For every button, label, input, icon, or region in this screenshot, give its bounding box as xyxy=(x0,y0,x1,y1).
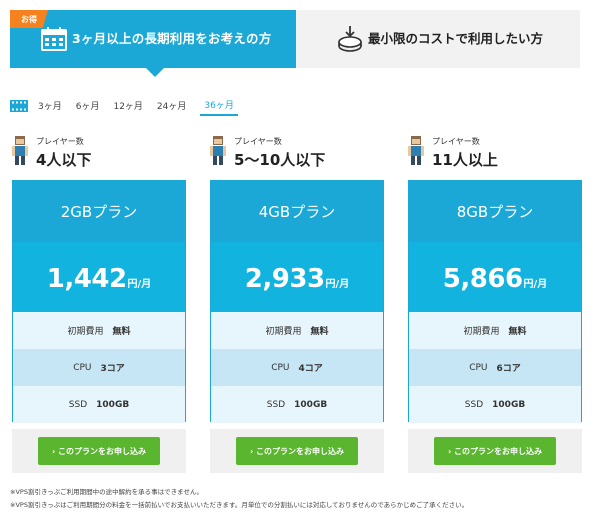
player-caption: プレイヤー数 xyxy=(36,137,84,146)
apply-button[interactable]: › このプランをお申し込み xyxy=(236,437,358,465)
tab-3-months[interactable]: 3ヶ月 xyxy=(38,97,62,115)
cpu-label: CPU xyxy=(271,362,290,373)
player-count-header: プレイヤー数 5〜10人以下 xyxy=(210,133,384,177)
price-value: 2,933 xyxy=(244,264,325,294)
footnotes: ※VPS割引きっぷご利用期間中の途中解約を承る事はできません。 ※VPS割引きっ… xyxy=(10,486,468,512)
plan-card-2gb: プレイヤー数 4人以下 2GBプラン 1,442 円/月 初期費用 無料 CPU 3コ… xyxy=(12,133,186,473)
price-unit: 円/月 xyxy=(523,279,548,290)
initial-fee-row: 初期費用 無料 xyxy=(409,312,581,349)
initial-fee-label: 初期費用 xyxy=(463,327,500,337)
price-unit: 円/月 xyxy=(325,279,350,290)
player-icon xyxy=(408,136,424,165)
cta-area: › このプランをお申し込み xyxy=(408,429,582,473)
plan-price: 5,866 円/月 xyxy=(409,242,581,312)
cta-area: › このプランをお申し込み xyxy=(210,429,384,473)
deal-badge: お得 xyxy=(10,10,48,28)
plan-box: 2GBプラン 1,442 円/月 初期費用 無料 CPU 3コア SSD 100GB xyxy=(12,180,186,423)
initial-fee-value: 無料 xyxy=(112,327,131,337)
cta-area: › このプランをお申し込み xyxy=(12,429,186,473)
initial-fee-label: 初期費用 xyxy=(67,327,104,337)
player-count: 4人以下 xyxy=(36,151,92,169)
long-term-label: 3ヶ月以上の長期利用をお考えの方 xyxy=(72,31,272,46)
ssd-value: 100GB xyxy=(492,399,526,410)
plan-card-8gb: プレイヤー数 11人以上 8GBプラン 5,866 円/月 初期費用 無料 CPU 6… xyxy=(408,133,582,473)
apply-button[interactable]: › このプランをお申し込み xyxy=(434,437,556,465)
player-count: 5〜10人以下 xyxy=(234,151,326,169)
price-value: 5,866 xyxy=(442,264,523,294)
ssd-value: 100GB xyxy=(294,399,328,410)
initial-fee-label: 初期費用 xyxy=(265,327,302,337)
long-term-toggle[interactable]: お得 3ヶ月以上の長期利用をお考えの方 xyxy=(10,10,296,77)
cpu-row: CPU 6コア xyxy=(409,349,581,386)
footnote: ※VPS割引きっぷご利用期間中の途中解約を承る事はできません。 xyxy=(10,488,203,496)
ssd-label: SSD xyxy=(68,399,88,410)
player-count: 11人以上 xyxy=(432,151,498,169)
cpu-label: CPU xyxy=(73,362,92,373)
player-caption: プレイヤー数 xyxy=(432,137,480,146)
ticket-icon xyxy=(10,100,28,112)
tab-36-months[interactable]: 36ヶ月 xyxy=(200,96,238,116)
period-tabs: 3ヶ月 6ヶ月 12ヶ月 24ヶ月 36ヶ月 xyxy=(10,96,252,116)
player-count-header: プレイヤー数 11人以上 xyxy=(408,133,582,177)
minimum-cost-toggle[interactable]: 最小限のコストで利用したい方 xyxy=(296,10,580,68)
cpu-value: 6コア xyxy=(496,364,521,374)
cpu-value: 4コア xyxy=(298,364,323,374)
tab-12-months[interactable]: 12ヶ月 xyxy=(113,97,142,115)
cpu-label: CPU xyxy=(469,362,488,373)
tab-24-months[interactable]: 24ヶ月 xyxy=(157,97,186,115)
plan-box: 4GBプラン 2,933 円/月 初期費用 無料 CPU 4コア SSD 100GB xyxy=(210,180,384,423)
initial-fee-value: 無料 xyxy=(310,327,329,337)
ssd-row: SSD 100GB xyxy=(211,386,383,423)
ssd-label: SSD xyxy=(464,399,484,410)
plan-price: 1,442 円/月 xyxy=(13,242,185,312)
initial-fee-row: 初期費用 無料 xyxy=(13,312,185,349)
price-unit: 円/月 xyxy=(127,279,152,290)
ssd-value: 100GB xyxy=(96,399,130,410)
plan-card-4gb: プレイヤー数 5〜10人以下 4GBプラン 2,933 円/月 初期費用 無料 CP… xyxy=(210,133,384,473)
initial-fee-row: 初期費用 無料 xyxy=(211,312,383,349)
cpu-value: 3コア xyxy=(100,364,125,374)
ssd-row: SSD 100GB xyxy=(409,386,581,423)
price-value: 1,442 xyxy=(46,264,127,294)
plan-name: 2GBプラン xyxy=(13,181,185,242)
minimum-cost-label: 最小限のコストで利用したい方 xyxy=(368,31,544,46)
cpu-row: CPU 4コア xyxy=(211,349,383,386)
coin-stack-icon xyxy=(338,26,362,52)
plan-name: 8GBプラン xyxy=(409,181,581,242)
footnote: ※VPS割引きっぷはご利用期間分の料金を一括前払いでお支払いいただきます。月単位… xyxy=(10,501,469,509)
player-caption: プレイヤー数 xyxy=(234,137,282,146)
plan-price: 2,933 円/月 xyxy=(211,242,383,312)
ssd-label: SSD xyxy=(266,399,286,410)
player-icon xyxy=(12,136,28,165)
tab-6-months[interactable]: 6ヶ月 xyxy=(76,97,100,115)
plan-name: 4GBプラン xyxy=(211,181,383,242)
initial-fee-value: 無料 xyxy=(508,327,527,337)
ssd-row: SSD 100GB xyxy=(13,386,185,423)
plan-type-toggle: お得 3ヶ月以上の長期利用をお考えの方 最小限のコストで利用したい方 xyxy=(10,10,580,77)
player-count-header: プレイヤー数 4人以下 xyxy=(12,133,186,177)
player-icon xyxy=(210,136,226,165)
calendar-icon xyxy=(41,27,67,51)
plan-box: 8GBプラン 5,866 円/月 初期費用 無料 CPU 6コア SSD 100GB xyxy=(408,180,582,423)
cpu-row: CPU 3コア xyxy=(13,349,185,386)
apply-button[interactable]: › このプランをお申し込み xyxy=(38,437,160,465)
